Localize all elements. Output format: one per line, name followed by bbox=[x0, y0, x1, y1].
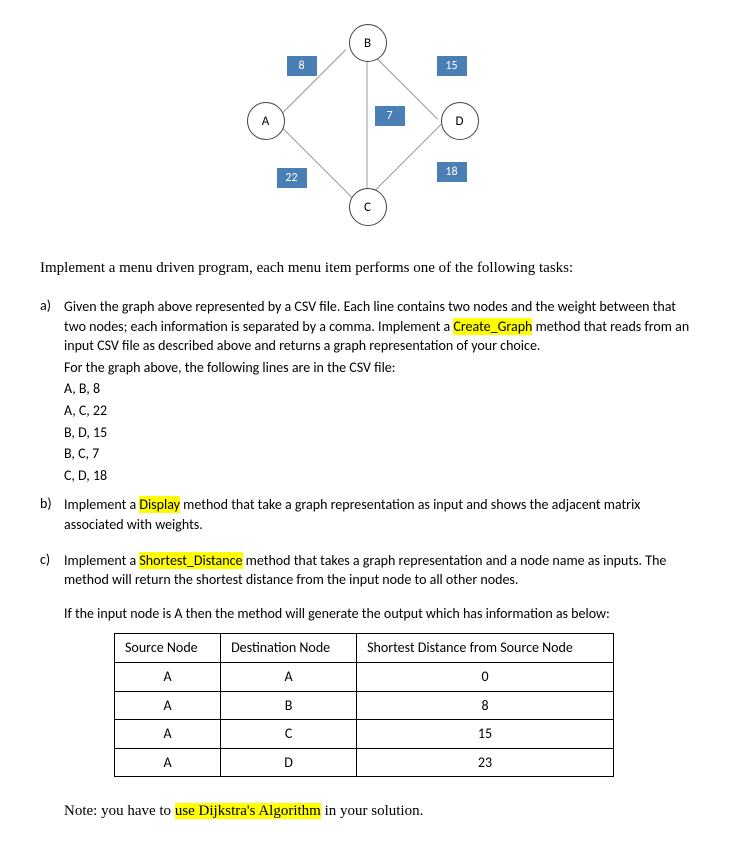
item-b: b) Implement a Display method that take … bbox=[40, 495, 693, 534]
item-a-csv-intro: For the graph above, the following lines… bbox=[64, 358, 693, 378]
table-row: A A 0 bbox=[115, 662, 614, 691]
node-a: A bbox=[247, 102, 285, 140]
item-c-marker: c) bbox=[40, 551, 64, 786]
graph-diagram: B A D C 8 15 7 22 18 bbox=[227, 20, 507, 240]
node-d-label: D bbox=[456, 114, 464, 129]
item-c-sub: If the input node is A then the method w… bbox=[64, 604, 693, 624]
th-source: Source Node bbox=[115, 634, 221, 663]
item-a-highlight: Create_Graph bbox=[453, 318, 532, 335]
item-c-highlight: Shortest_Distance bbox=[139, 552, 242, 569]
table-header-row: Source Node Destination Node Shortest Di… bbox=[115, 634, 614, 663]
node-b: B bbox=[349, 24, 387, 62]
item-c-body: Implement a Shortest_Distance method tha… bbox=[64, 551, 693, 786]
node-b-label: B bbox=[364, 36, 371, 51]
item-a-csv-lines: A, B, 8 A, C, 22 B, D, 15 B, C, 7 C, D, … bbox=[64, 379, 693, 485]
weight-bd: 15 bbox=[437, 56, 467, 76]
table-row: A C 15 bbox=[115, 720, 614, 749]
node-d: D bbox=[441, 102, 479, 140]
csv-line: A, B, 8 bbox=[64, 379, 693, 399]
weight-ac: 22 bbox=[277, 168, 307, 188]
item-a: a) Given the graph above represented by … bbox=[40, 297, 693, 487]
edge-cd bbox=[366, 120, 444, 198]
node-c: C bbox=[349, 188, 387, 226]
th-dest: Destination Node bbox=[221, 634, 357, 663]
table-row: A B 8 bbox=[115, 691, 614, 720]
weight-bc: 7 bbox=[375, 106, 405, 126]
table-row: A D 23 bbox=[115, 748, 614, 777]
csv-line: C, D, 18 bbox=[64, 466, 693, 486]
item-a-body: Given the graph above represented by a C… bbox=[64, 297, 693, 487]
th-dist: Shortest Distance from Source Node bbox=[357, 634, 614, 663]
edge-bc bbox=[366, 49, 367, 199]
item-b-before: Implement a bbox=[64, 496, 139, 513]
node-a-label: A bbox=[262, 114, 270, 129]
item-a-marker: a) bbox=[40, 297, 64, 487]
item-b-highlight: Display bbox=[139, 496, 180, 513]
item-c-before: Implement a bbox=[64, 552, 139, 569]
intro-text: Implement a menu driven program, each me… bbox=[40, 260, 693, 277]
note-highlight: use Dijkstra's Algorithm bbox=[175, 803, 321, 819]
distance-table: Source Node Destination Node Shortest Di… bbox=[114, 633, 614, 777]
node-c-label: C bbox=[364, 200, 371, 215]
item-b-marker: b) bbox=[40, 495, 64, 534]
csv-line: B, C, 7 bbox=[64, 444, 693, 464]
item-c: c) Implement a Shortest_Distance method … bbox=[40, 551, 693, 786]
weight-cd: 18 bbox=[437, 162, 467, 182]
weight-ab: 8 bbox=[287, 56, 317, 76]
item-b-body: Implement a Display method that take a g… bbox=[64, 495, 693, 534]
csv-line: B, D, 15 bbox=[64, 423, 693, 443]
note: Note: you have to use Dijkstra's Algorit… bbox=[64, 803, 693, 820]
csv-line: A, C, 22 bbox=[64, 401, 693, 421]
note-before: Note: you have to bbox=[64, 803, 175, 819]
note-after: in your solution. bbox=[321, 803, 424, 819]
